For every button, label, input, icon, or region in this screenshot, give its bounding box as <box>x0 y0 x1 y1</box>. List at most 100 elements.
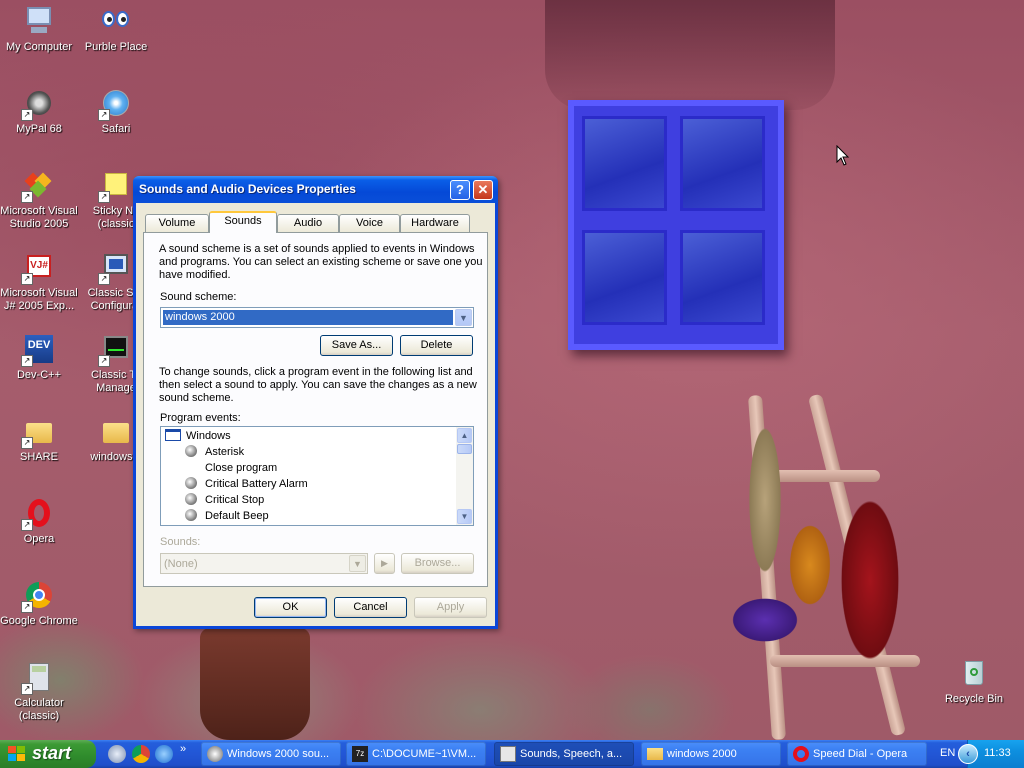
quicklaunch-ie-icon[interactable] <box>155 745 173 763</box>
desktop-icon-mypal[interactable]: MyPal 68 <box>0 87 78 136</box>
taskbar-item-windows2000-sounds[interactable]: Windows 2000 sou... <box>201 742 341 766</box>
chevron-down-icon[interactable]: ▼ <box>455 309 472 326</box>
events-scrollbar[interactable]: ▲ ▼ <box>456 427 473 525</box>
opera-icon <box>21 497 55 531</box>
sounds-tab-panel: A sound scheme is a set of sounds applie… <box>143 232 488 587</box>
dialog-body: Volume Sounds Audio Voice Hardware A sou… <box>136 203 495 626</box>
windows-logo-icon <box>8 746 26 762</box>
folder-icon <box>100 415 132 447</box>
start-button[interactable]: start <box>0 740 96 768</box>
7zip-icon: 7z <box>352 746 368 762</box>
scheme-dropdown[interactable]: windows 2000 ▼ <box>160 307 474 328</box>
desktop-icon-my-computer[interactable]: My Computer <box>0 5 78 54</box>
save-as-button[interactable]: Save As... <box>320 335 393 356</box>
purble-place-icon <box>100 5 132 37</box>
desktop-icon-share-folder[interactable]: SHARE <box>0 415 78 464</box>
chili-ristra <box>830 470 910 690</box>
tab-hardware[interactable]: Hardware <box>400 214 470 232</box>
events-label: Program events: <box>160 412 241 424</box>
quicklaunch-chrome-icon[interactable] <box>132 745 150 763</box>
desktop-icon-opera[interactable]: Opera <box>0 497 78 546</box>
opera-icon <box>793 746 809 762</box>
quicklaunch-show-desktop-icon[interactable] <box>108 745 126 763</box>
list-item[interactable]: Default Beep <box>185 508 269 524</box>
desktop-icon-calculator[interactable]: Calculator (classic) <box>0 661 78 723</box>
desktop-icon-recycle-bin[interactable]: Recycle Bin <box>935 657 1013 706</box>
chrome-icon <box>21 579 55 613</box>
sounds-value: (None) <box>164 558 198 570</box>
clock[interactable]: 11:33 <box>984 747 1011 759</box>
mypal-icon <box>21 87 55 121</box>
close-button[interactable]: ✕ <box>473 180 493 200</box>
sounds-dropdown[interactable]: (None) ▼ <box>160 553 368 574</box>
taskbar: start » Windows 2000 sou... 7z C:\DOCUME… <box>0 740 1024 768</box>
folder-icon <box>647 748 663 760</box>
scroll-thumb[interactable] <box>457 444 472 454</box>
taskbar-item-sounds-speech[interactable]: Sounds, Speech, a... <box>494 742 634 766</box>
desktop-icon-safari[interactable]: Safari <box>77 87 155 136</box>
scheme-intro-text: A sound scheme is a set of sounds applie… <box>159 243 483 281</box>
taskbar-item-7zip[interactable]: 7z C:\DOCUME~1\VM... <box>346 742 486 766</box>
tab-voice[interactable]: Voice <box>339 214 400 232</box>
list-item[interactable]: Critical Battery Alarm <box>185 476 308 492</box>
play-button[interactable]: ▶ <box>374 553 395 574</box>
control-panel-icon <box>500 746 516 762</box>
dialog-title: Sounds and Audio Devices Properties <box>139 182 356 196</box>
tab-sounds[interactable]: Sounds <box>209 211 277 233</box>
scroll-up-icon[interactable]: ▲ <box>457 428 472 443</box>
speaker-icon <box>185 509 197 521</box>
sticky-notes-icon <box>98 169 132 203</box>
visual-jsharp-icon: VJ# <box>21 251 55 285</box>
taskbar-item-opera[interactable]: Speed Dial - Opera <box>787 742 927 766</box>
delete-button[interactable]: Delete <box>400 335 473 356</box>
tab-volume[interactable]: Volume <box>145 214 209 232</box>
speaker-icon <box>185 477 197 489</box>
desktop-icon-purble-place[interactable]: Purble Place <box>77 5 155 54</box>
cancel-button[interactable]: Cancel <box>334 597 407 618</box>
purple-flowers <box>720 590 810 650</box>
taskbar-item-windows2000-folder[interactable]: windows 2000 <box>641 742 781 766</box>
help-button[interactable]: ? <box>450 180 470 200</box>
list-item[interactable]: Windows <box>165 428 231 444</box>
scroll-down-icon[interactable]: ▼ <box>457 509 472 524</box>
clay-pot <box>200 628 310 740</box>
speaker-icon <box>185 445 197 457</box>
sound-properties-dialog: Sounds and Audio Devices Properties ? ✕ … <box>133 176 498 629</box>
list-item[interactable]: Close program <box>205 460 277 476</box>
browse-button[interactable]: Browse... <box>401 553 474 574</box>
language-indicator[interactable]: EN <box>940 747 955 759</box>
scheme-value: windows 2000 <box>163 310 453 325</box>
task-manager-icon <box>98 333 132 367</box>
ok-button[interactable]: OK <box>254 597 327 618</box>
chevron-down-icon[interactable]: ▼ <box>349 555 366 572</box>
window-pane <box>680 116 765 211</box>
program-events-list[interactable]: Windows Asterisk Close program Critical … <box>160 426 474 526</box>
desktop-icon-chrome[interactable]: Google Chrome <box>0 579 78 628</box>
tray-expand-icon[interactable]: ‹ <box>958 744 978 764</box>
list-item[interactable]: Asterisk <box>185 444 244 460</box>
window-pane <box>582 230 667 325</box>
sound-task-icon <box>207 746 223 762</box>
calculator-icon <box>21 661 55 695</box>
desktop-icon-visual-studio[interactable]: Microsoft Visual Studio 2005 <box>0 169 78 231</box>
dev-cpp-icon: DEV <box>21 333 55 367</box>
system-tray: ‹ 11:33 <box>958 740 1024 768</box>
visual-studio-icon <box>21 169 55 203</box>
dialog-titlebar[interactable]: Sounds and Audio Devices Properties ? ✕ <box>133 176 498 203</box>
window-icon <box>165 429 181 441</box>
quicklaunch-overflow-icon[interactable]: » <box>180 743 186 755</box>
blue-window-frame <box>568 100 784 350</box>
desktop-icon-visual-jsharp[interactable]: VJ# Microsoft Visual J# 2005 Exp... <box>0 251 78 313</box>
speaker-icon <box>185 493 197 505</box>
desktop-icon-dev-cpp[interactable]: DEV Dev-C++ <box>0 333 78 382</box>
list-item[interactable]: Critical Stop <box>185 492 264 508</box>
system-config-icon <box>98 251 132 285</box>
tab-audio[interactable]: Audio <box>277 214 339 232</box>
window-pane <box>582 116 667 211</box>
apply-button[interactable]: Apply <box>414 597 487 618</box>
sounds-label: Sounds: <box>160 536 201 548</box>
my-computer-icon <box>23 5 55 37</box>
window-pane <box>680 230 765 325</box>
folder-icon <box>21 415 55 449</box>
safari-icon <box>98 87 132 121</box>
